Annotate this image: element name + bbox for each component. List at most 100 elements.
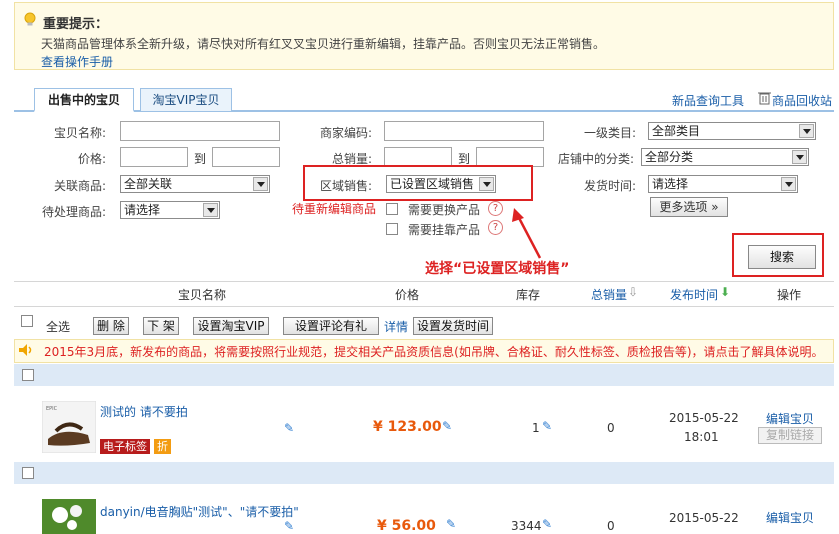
- product-thumbnail[interactable]: [42, 499, 96, 534]
- row-checkbox[interactable]: [22, 369, 34, 381]
- pencil-icon[interactable]: ✎: [442, 419, 452, 433]
- trash-icon: [758, 92, 771, 105]
- need-replace-checkbox[interactable]: [386, 203, 398, 215]
- region-label: 区域销售:: [319, 179, 372, 193]
- set-review-button[interactable]: 设置评论有礼: [283, 317, 379, 335]
- product-price: ¥ 56.00: [377, 518, 436, 534]
- merchant-code-input[interactable]: [384, 121, 544, 141]
- notice-title: 重要提示：: [43, 17, 109, 32]
- lightbulb-icon: [24, 12, 36, 26]
- category-label: 一级类目:: [583, 126, 636, 140]
- important-notice: 重要提示： 天猫商品管理体系全新升级，请尽快对所有红叉叉宝贝进行重新编辑，挂靠产…: [14, 2, 834, 70]
- recycle-bin-link[interactable]: 商品回收站: [772, 92, 832, 109]
- pencil-icon[interactable]: ✎: [284, 519, 294, 533]
- price-max-input[interactable]: [212, 147, 280, 167]
- pencil-icon[interactable]: ✎: [284, 421, 294, 435]
- edit-product-link[interactable]: 编辑宝贝: [766, 410, 814, 427]
- need-attach-checkbox[interactable]: [386, 223, 398, 235]
- e-tag-badge: 电子标签: [100, 439, 150, 454]
- edit-product-link[interactable]: 编辑宝贝: [766, 509, 814, 526]
- ship-time-value: 请选择: [652, 177, 689, 191]
- col-ops: 操作: [777, 288, 802, 302]
- set-vip-button[interactable]: 设置淘宝VIP: [193, 317, 269, 335]
- region-select[interactable]: 已设置区域销售: [386, 175, 496, 193]
- related-value: 全部关联: [124, 177, 173, 191]
- pencil-icon[interactable]: ✎: [542, 517, 552, 531]
- product-group-bar: [14, 364, 834, 386]
- product-name-link[interactable]: danyin/电音胸贴"测试"、"请不要拍": [100, 503, 299, 520]
- product-sales: 0: [607, 519, 615, 533]
- name-label: 宝贝名称:: [53, 126, 106, 140]
- tab-on-sale[interactable]: 出售中的宝贝: [34, 88, 134, 112]
- price-min-input[interactable]: [120, 147, 188, 167]
- region-value: 已设置区域销售: [390, 177, 475, 191]
- sort-down-icon[interactable]: ⇩: [628, 285, 638, 299]
- discount-badge: 折: [154, 439, 171, 454]
- price-to: 到: [194, 152, 207, 166]
- name-input[interactable]: [120, 121, 280, 141]
- annotation-text: 选择“已设置区域销售”: [425, 261, 570, 277]
- row-checkbox[interactable]: [22, 467, 34, 479]
- product-group-bar: [14, 462, 834, 484]
- ship-time-label: 发货时间:: [583, 179, 636, 193]
- sort-down-icon[interactable]: ⬇: [720, 285, 730, 299]
- sales-min-input[interactable]: [384, 147, 452, 167]
- set-ship-time-button[interactable]: 设置发货时间: [413, 317, 493, 335]
- warning-text[interactable]: 2015年3月底，新发布的商品，将需要按照行业规范，提交相关产品资质信息(如吊牌…: [44, 343, 824, 360]
- select-all-checkbox[interactable]: [21, 315, 33, 327]
- product-date: 2015-05-22: [669, 511, 739, 525]
- product-name-link[interactable]: 测试的 请不要拍: [100, 403, 188, 420]
- more-options-button[interactable]: 更多选项 »: [650, 197, 728, 217]
- product-stock: 3344: [511, 519, 542, 533]
- need-replace-label: 需要更换产品: [408, 203, 481, 217]
- chevron-down-icon: [799, 124, 814, 138]
- need-edit-label: 待重新编辑商品: [292, 202, 377, 216]
- price-label: 价格:: [77, 152, 106, 166]
- shelve-button[interactable]: 下 架: [143, 317, 179, 335]
- speaker-icon: [19, 344, 32, 356]
- product-time: 18:01: [684, 430, 719, 444]
- tab-vip[interactable]: 淘宝VIP宝贝: [140, 88, 232, 112]
- select-all-label: 全选: [46, 320, 71, 334]
- sales-max-input[interactable]: [476, 147, 544, 167]
- col-total-sales[interactable]: 总销量: [591, 286, 627, 303]
- delete-button[interactable]: 删 除: [93, 317, 129, 335]
- chevron-down-icon: [253, 177, 268, 191]
- related-select[interactable]: 全部关联: [120, 175, 270, 193]
- notice-text: 天猫商品管理体系全新升级，请尽快对所有红叉叉宝贝进行重新编辑，挂靠产品。否则宝贝…: [41, 37, 606, 51]
- category-select[interactable]: 全部类目: [648, 122, 816, 140]
- product-date: 2015-05-22: [669, 411, 739, 425]
- related-label: 关联商品:: [53, 179, 106, 193]
- category-value: 全部类目: [652, 124, 701, 138]
- product-stock: 1: [532, 421, 540, 435]
- product-thumbnail[interactable]: EPIC: [42, 401, 96, 453]
- col-stock: 库存: [516, 288, 541, 302]
- detail-link[interactable]: 详情: [384, 318, 408, 335]
- col-name: 宝贝名称: [178, 288, 227, 302]
- product-tool-link[interactable]: 新品查询工具: [672, 92, 744, 109]
- ship-time-select[interactable]: 请选择: [648, 175, 798, 193]
- svg-text:EPIC: EPIC: [46, 406, 58, 412]
- shop-category-value: 全部分类: [645, 150, 694, 164]
- double-chevron-down-icon: »: [711, 200, 719, 214]
- annotation-arrow: [512, 208, 542, 259]
- chevron-down-icon: [203, 203, 218, 217]
- search-button[interactable]: 搜索: [748, 245, 816, 269]
- pencil-icon[interactable]: ✎: [446, 517, 456, 531]
- pending-label: 待处理商品:: [41, 205, 106, 219]
- col-publish-time[interactable]: 发布时间: [670, 286, 718, 303]
- pencil-icon[interactable]: ✎: [542, 419, 552, 433]
- pending-select[interactable]: 请选择: [120, 201, 220, 219]
- chevron-down-icon: [479, 177, 494, 191]
- product-price: ¥ 123.00: [373, 419, 442, 435]
- need-attach-label: 需要挂靠产品: [408, 223, 481, 237]
- more-options-label: 更多选项: [659, 200, 708, 214]
- copy-link-button[interactable]: 复制链接: [758, 427, 822, 444]
- chevron-down-icon: [792, 150, 807, 164]
- col-price: 价格: [395, 288, 420, 302]
- pending-value: 请选择: [124, 203, 161, 217]
- manual-link[interactable]: 查看操作手册: [41, 53, 113, 70]
- shop-category-select[interactable]: 全部分类: [641, 148, 809, 166]
- product-sales: 0: [607, 421, 615, 435]
- chevron-down-icon: [781, 177, 796, 191]
